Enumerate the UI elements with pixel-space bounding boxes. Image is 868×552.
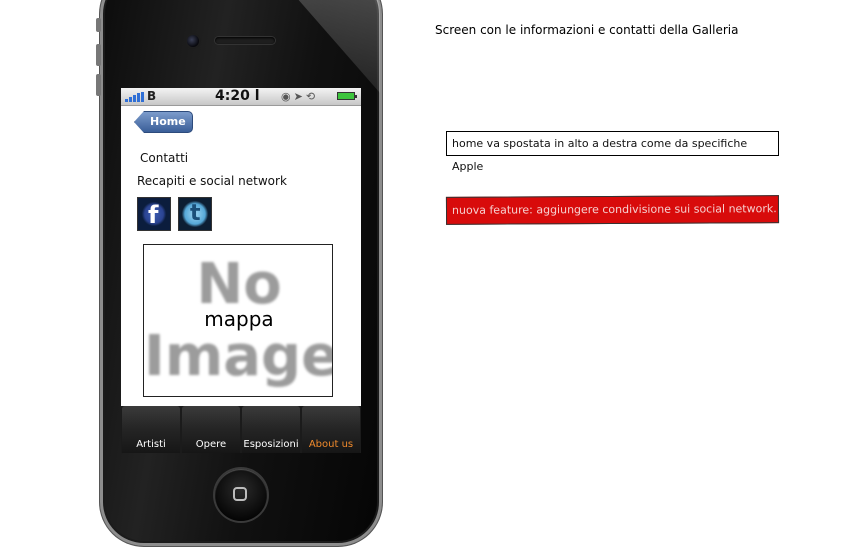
annotation-feature-note: nuova feature: aggiungere condivisione s… <box>445 195 780 225</box>
hardware-home-button[interactable] <box>215 469 267 521</box>
tab-bar: Artisti Opere Esposizioni About us <box>121 406 361 453</box>
home-back-button[interactable]: Home <box>134 111 193 133</box>
location-arrow-icon: ➤ <box>293 90 306 103</box>
mute-switch <box>96 18 101 32</box>
facebook-icon[interactable]: f <box>138 198 170 230</box>
map-label: mappa <box>204 307 274 331</box>
tab-label: Artisti <box>136 439 166 450</box>
tab-artisti[interactable]: Artisti <box>122 406 180 453</box>
no-image-text-line1: No <box>196 252 282 317</box>
tab-label: Opere <box>195 439 227 450</box>
volume-down-button <box>96 74 101 96</box>
phone-screen: B 4:20 l ◉➤⟲ Home Contatti Recapiti e so… <box>121 88 361 453</box>
tab-esposizioni[interactable]: Esposizioni <box>242 406 300 453</box>
no-image-text-line2: Image <box>144 324 333 389</box>
tab-label: About us <box>308 439 354 450</box>
home-square-icon <box>233 487 247 501</box>
camera-icon <box>187 35 199 47</box>
annotation-home-note: home va spostata in alto a destra come d… <box>446 131 779 173</box>
signal-bars-icon <box>125 92 147 102</box>
status-icons: ◉➤⟲ <box>281 90 318 103</box>
status-bar: B 4:20 l ◉➤⟲ <box>121 88 361 106</box>
volume-up-button <box>96 44 101 66</box>
facebook-glyph: f <box>148 201 159 229</box>
tab-label: Esposizioni <box>243 439 299 450</box>
annotation-title: Screen con le informazioni e contatti de… <box>435 23 739 37</box>
status-time: 4:20 l <box>215 88 260 104</box>
section-subtitle: Recapiti e social network <box>137 174 287 188</box>
map-placeholder[interactable]: No Image mappa <box>143 244 333 397</box>
battery-icon <box>337 92 357 100</box>
twitter-icon[interactable]: t <box>179 198 211 230</box>
twitter-glyph: t <box>190 201 201 226</box>
rotation-lock-icon: ⟲ <box>305 90 319 103</box>
page-title: Contatti <box>140 151 189 165</box>
alarm-icon: ◉ <box>281 90 294 103</box>
device-glare <box>275 0 380 93</box>
tab-opere[interactable]: Opere <box>182 406 240 453</box>
carrier-label: B <box>147 89 157 103</box>
tab-about-us[interactable]: About us <box>302 406 360 453</box>
speaker-grille <box>215 37 275 44</box>
